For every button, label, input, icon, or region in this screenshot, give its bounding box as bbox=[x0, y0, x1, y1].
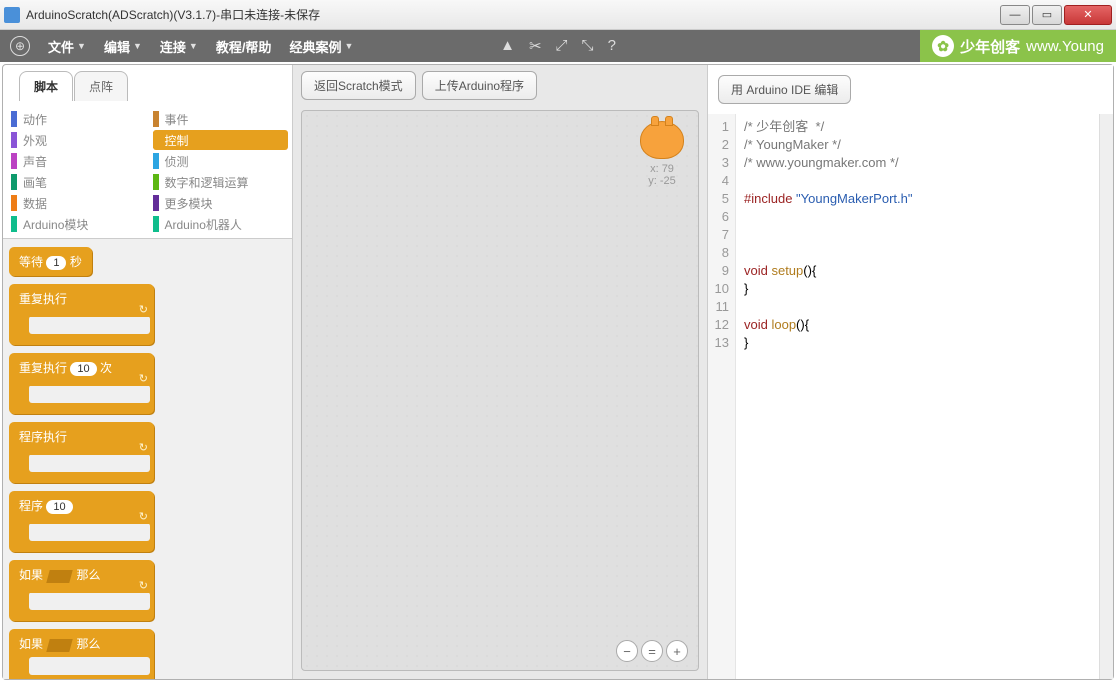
category-Arduino模块[interactable]: Arduino模块 bbox=[11, 214, 147, 234]
menu-file[interactable]: 文件▼ bbox=[40, 33, 94, 60]
scratch-cat-icon bbox=[640, 121, 684, 159]
blocks-palette: 等待 1 秒 重复执行 重复执行 10 次 程序执行 程序 10 如果 那么 如… bbox=[3, 239, 292, 679]
help-icon[interactable]: ? bbox=[608, 37, 616, 55]
block-wait[interactable]: 等待 1 秒 bbox=[9, 247, 92, 276]
line-gutter: 12345678910111213 bbox=[708, 114, 736, 679]
code-scrollbar[interactable] bbox=[1099, 114, 1113, 679]
category-侦测[interactable]: 侦测 bbox=[153, 151, 289, 171]
block-repeat[interactable]: 重复执行 10 次 bbox=[9, 353, 154, 414]
stage-canvas[interactable]: x: 79 y: -25 − = + bbox=[301, 110, 699, 671]
category-控制[interactable]: 控制 bbox=[153, 130, 289, 150]
titlebar: ArduinoScratch(ADScratch)(V3.1.7)-串口未连接-… bbox=[0, 0, 1116, 30]
maximize-button[interactable]: ▭ bbox=[1032, 5, 1062, 25]
category-画笔[interactable]: 画笔 bbox=[11, 172, 147, 192]
category-声音[interactable]: 声音 bbox=[11, 151, 147, 171]
code-lines[interactable]: /* 少年创客 *//* YoungMaker *//* www.youngma… bbox=[736, 114, 920, 679]
left-panel: 脚本 点阵 动作事件外观控制声音侦测画笔数字和逻辑运算数据更多模块Arduino… bbox=[3, 65, 293, 679]
main-content: 脚本 点阵 动作事件外观控制声音侦测画笔数字和逻辑运算数据更多模块Arduino… bbox=[2, 64, 1114, 680]
tab-scripts[interactable]: 脚本 bbox=[19, 71, 73, 101]
open-ide-button[interactable]: 用 Arduino IDE 编辑 bbox=[718, 75, 851, 104]
shrink-icon[interactable]: ⤡ bbox=[582, 37, 594, 55]
brand-url: www.Young bbox=[1026, 38, 1104, 55]
expand-icon[interactable]: ⤢ bbox=[556, 37, 568, 55]
tab-matrix[interactable]: 点阵 bbox=[74, 71, 128, 101]
close-button[interactable]: ✕ bbox=[1064, 5, 1112, 25]
menu-examples[interactable]: 经典案例▼ bbox=[281, 33, 361, 60]
block-if[interactable]: 如果 那么 bbox=[9, 560, 154, 621]
category-外观[interactable]: 外观 bbox=[11, 130, 147, 150]
category-数字和逻辑运算[interactable]: 数字和逻辑运算 bbox=[153, 172, 289, 192]
stamp-icon[interactable]: ▲ bbox=[500, 37, 515, 55]
menu-tutorial[interactable]: 教程/帮助 bbox=[208, 33, 280, 60]
block-categories: 动作事件外观控制声音侦测画笔数字和逻辑运算数据更多模块 Arduino模块 Ardu… bbox=[3, 101, 292, 239]
minimize-button[interactable]: — bbox=[1000, 5, 1030, 25]
zoom-out-button[interactable]: − bbox=[616, 640, 638, 662]
brand-gear-icon: ✿ bbox=[932, 35, 954, 57]
category-动作[interactable]: 动作 bbox=[11, 109, 147, 129]
category-数据[interactable]: 数据 bbox=[11, 193, 147, 213]
code-editor[interactable]: 12345678910111213 /* 少年创客 *//* YoungMake… bbox=[708, 114, 1099, 679]
zoom-reset-button[interactable]: = bbox=[641, 640, 663, 662]
app-icon bbox=[4, 7, 20, 23]
brand-banner: ✿ 少年创客 www.Young bbox=[920, 30, 1116, 62]
zoom-controls: − = + bbox=[616, 640, 688, 662]
category-Arduino机器人[interactable]: Arduino机器人 bbox=[153, 214, 289, 234]
category-事件[interactable]: 事件 bbox=[153, 109, 289, 129]
menu-edit[interactable]: 编辑▼ bbox=[96, 33, 150, 60]
menu-connect[interactable]: 连接▼ bbox=[152, 33, 206, 60]
stage-panel: 返回Scratch模式 上传Arduino程序 x: 79 y: -25 − =… bbox=[293, 65, 708, 679]
window-controls: — ▭ ✕ bbox=[1000, 5, 1112, 25]
language-icon[interactable]: ⊕ bbox=[10, 36, 30, 56]
block-forever[interactable]: 重复执行 bbox=[9, 284, 154, 345]
scissors-icon[interactable]: ✂ bbox=[529, 37, 542, 55]
sprite-indicator: x: 79 y: -25 bbox=[640, 121, 684, 187]
code-panel: 用 Arduino IDE 编辑 12345678910111213 /* 少年… bbox=[708, 65, 1113, 679]
block-proc-exec[interactable]: 程序执行 bbox=[9, 422, 154, 483]
block-program[interactable]: 程序 10 bbox=[9, 491, 154, 552]
upload-arduino-button[interactable]: 上传Arduino程序 bbox=[422, 71, 537, 100]
window-title: ArduinoScratch(ADScratch)(V3.1.7)-串口未连接-… bbox=[26, 6, 1000, 23]
left-tabs: 脚本 点阵 bbox=[3, 65, 292, 101]
category-更多模块[interactable]: 更多模块 bbox=[153, 193, 289, 213]
menubar: ⊕ 文件▼ 编辑▼ 连接▼ 教程/帮助 经典案例▼ ▲ ✂ ⤢ ⤡ ? ✿ 少年… bbox=[0, 30, 1116, 62]
back-to-scratch-button[interactable]: 返回Scratch模式 bbox=[301, 71, 416, 100]
block-if-else[interactable]: 如果 那么 bbox=[9, 629, 154, 679]
brand-name: 少年创客 bbox=[960, 36, 1020, 57]
zoom-in-button[interactable]: + bbox=[666, 640, 688, 662]
